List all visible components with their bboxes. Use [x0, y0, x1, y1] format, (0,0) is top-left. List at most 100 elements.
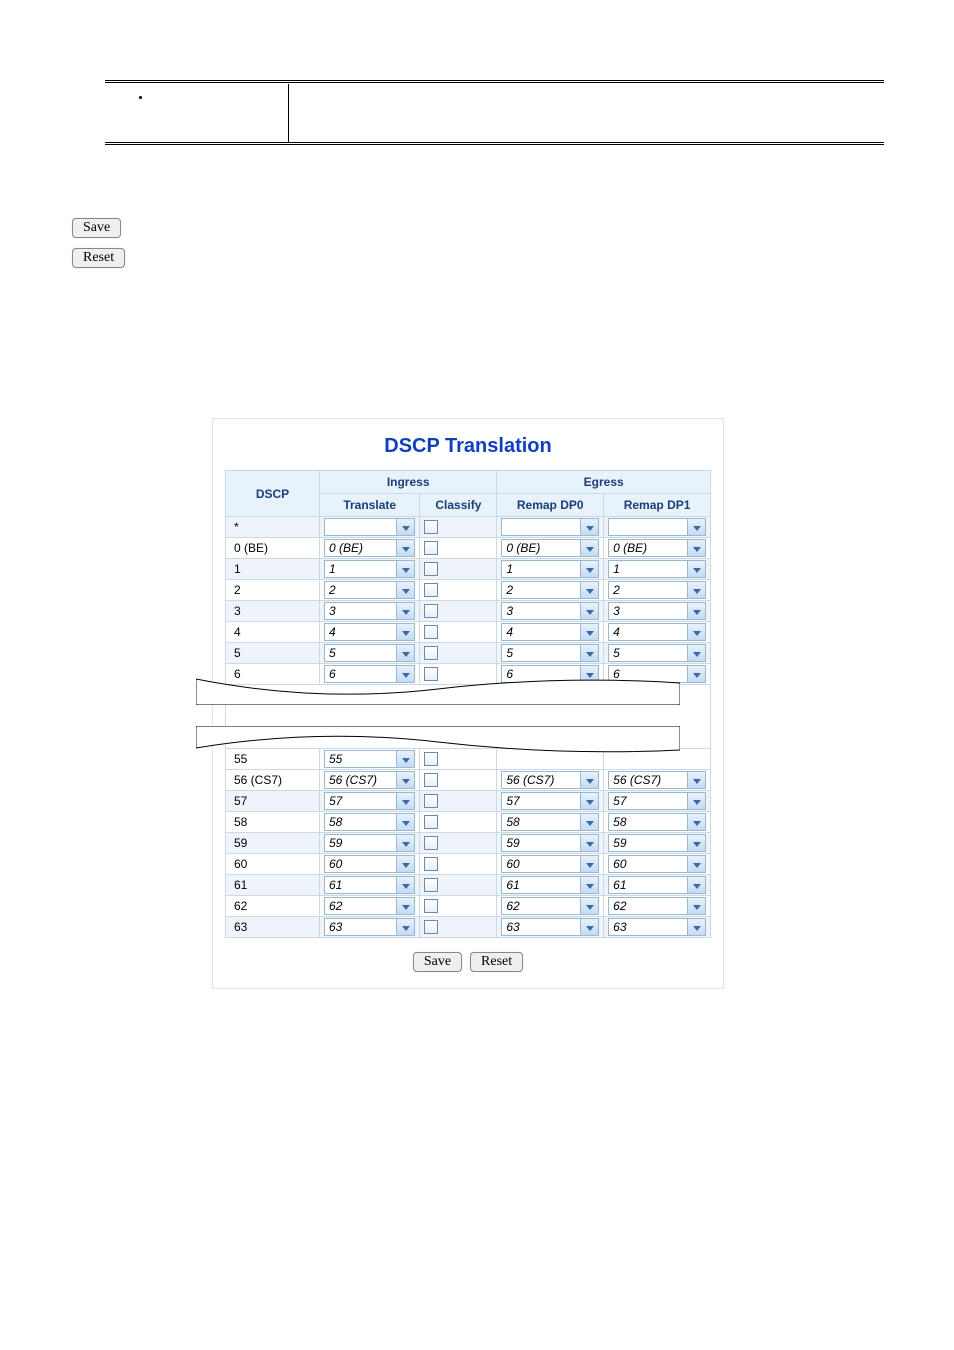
translate-select[interactable]: 5	[324, 644, 415, 662]
translate-select[interactable]: 4	[324, 623, 415, 641]
table-row: 61616161	[226, 875, 711, 896]
translate-select[interactable]: 59	[324, 834, 415, 852]
remap-dp1-select[interactable]: 4	[608, 623, 706, 641]
select-value: 61	[325, 877, 396, 893]
remap-dp0-select[interactable]: 5	[501, 644, 599, 662]
remap-dp1-select[interactable]: 5	[608, 644, 706, 662]
chevron-down-icon	[580, 877, 598, 893]
classify-checkbox[interactable]	[424, 520, 438, 534]
select-value: 60	[609, 856, 687, 872]
chevron-down-icon	[687, 645, 705, 661]
remap-dp1-select[interactable]: 2	[608, 581, 706, 599]
chevron-down-icon	[580, 540, 598, 556]
select-value: 1	[325, 561, 396, 577]
remap-dp0-select[interactable]: 63	[501, 918, 599, 936]
select-value: 1	[609, 561, 687, 577]
remap-dp1-select[interactable]: 58	[608, 813, 706, 831]
remap-dp1-select[interactable]: 59	[608, 834, 706, 852]
classify-checkbox[interactable]	[424, 541, 438, 555]
translate-select[interactable]: 58	[324, 813, 415, 831]
classify-checkbox[interactable]	[424, 899, 438, 913]
remap-dp0-select[interactable]: 57	[501, 792, 599, 810]
remap-dp0-select[interactable]: 56 (CS7)	[501, 771, 599, 789]
remap-dp0-select[interactable]: 2	[501, 581, 599, 599]
dscp-cell: 60	[226, 854, 320, 875]
classify-checkbox[interactable]	[424, 562, 438, 576]
chevron-down-icon	[687, 835, 705, 851]
chevron-down-icon	[580, 919, 598, 935]
remap-dp1-select[interactable]: 62	[608, 897, 706, 915]
classify-checkbox[interactable]	[424, 836, 438, 850]
translate-select[interactable]: 56 (CS7)	[324, 771, 415, 789]
reset-button[interactable]: Reset	[470, 952, 523, 972]
select-value: 58	[502, 814, 580, 830]
col-header-remap-dp0: Remap DP0	[497, 494, 604, 517]
remap-dp1-select[interactable]: 0 (BE)	[608, 539, 706, 557]
remap-dp0-select[interactable]: 58	[501, 813, 599, 831]
classify-checkbox[interactable]	[424, 583, 438, 597]
translate-select[interactable]: 3	[324, 602, 415, 620]
dscp-cell: 59	[226, 833, 320, 854]
chevron-down-icon	[580, 561, 598, 577]
chevron-down-icon	[687, 540, 705, 556]
select-value: 56 (CS7)	[609, 772, 687, 788]
translate-select[interactable]: 2	[324, 581, 415, 599]
translate-select[interactable]: 0 (BE)	[324, 539, 415, 557]
chevron-down-icon	[396, 772, 414, 788]
save-button-top[interactable]: Save	[72, 218, 121, 238]
table-row: 62626262	[226, 896, 711, 917]
save-button[interactable]: Save	[413, 952, 462, 972]
translate-select[interactable]: 61	[324, 876, 415, 894]
remap-dp1-select[interactable]	[608, 518, 706, 536]
chevron-down-icon	[396, 519, 414, 535]
translate-select[interactable]: 62	[324, 897, 415, 915]
remap-dp0-select[interactable]	[501, 518, 599, 536]
remap-dp1-select[interactable]: 57	[608, 792, 706, 810]
chevron-down-icon	[396, 856, 414, 872]
classify-checkbox[interactable]	[424, 625, 438, 639]
translate-select[interactable]: 1	[324, 560, 415, 578]
select-value: 2	[325, 582, 396, 598]
remap-dp1-select[interactable]: 61	[608, 876, 706, 894]
dscp-cell: 56 (CS7)	[226, 770, 320, 791]
remap-dp0-select[interactable]: 62	[501, 897, 599, 915]
chevron-down-icon	[396, 624, 414, 640]
col-header-egress: Egress	[497, 471, 711, 494]
remap-dp0-select[interactable]: 1	[501, 560, 599, 578]
remap-dp0-select[interactable]: 60	[501, 855, 599, 873]
remap-dp0-select[interactable]: 61	[501, 876, 599, 894]
classify-checkbox[interactable]	[424, 815, 438, 829]
remap-dp0-select[interactable]: 0 (BE)	[501, 539, 599, 557]
classify-checkbox[interactable]	[424, 794, 438, 808]
remap-dp1-select[interactable]: 63	[608, 918, 706, 936]
table-row: 1111	[226, 559, 711, 580]
classify-checkbox[interactable]	[424, 857, 438, 871]
classify-checkbox[interactable]	[424, 646, 438, 660]
select-value: 0 (BE)	[609, 540, 687, 556]
remap-dp0-select[interactable]: 3	[501, 602, 599, 620]
classify-checkbox[interactable]	[424, 878, 438, 892]
chevron-down-icon	[687, 877, 705, 893]
translate-select[interactable]	[324, 518, 415, 536]
select-value: 61	[502, 877, 580, 893]
remap-dp1-select[interactable]: 56 (CS7)	[608, 771, 706, 789]
remap-dp1-select[interactable]: 3	[608, 602, 706, 620]
table-row: 57575757	[226, 791, 711, 812]
classify-checkbox[interactable]	[424, 920, 438, 934]
remap-dp1-select[interactable]: 60	[608, 855, 706, 873]
table-row: 4444	[226, 622, 711, 643]
translate-select[interactable]: 63	[324, 918, 415, 936]
remap-dp1-select[interactable]: 1	[608, 560, 706, 578]
table-row: 56 (CS7)56 (CS7)56 (CS7)56 (CS7)	[226, 770, 711, 791]
select-value: 62	[502, 898, 580, 914]
remap-dp0-select[interactable]: 59	[501, 834, 599, 852]
remap-dp0-select[interactable]: 4	[501, 623, 599, 641]
translate-select[interactable]: 60	[324, 855, 415, 873]
classify-checkbox[interactable]	[424, 752, 438, 766]
select-value: 5	[502, 645, 580, 661]
classify-checkbox[interactable]	[424, 604, 438, 618]
translate-select[interactable]: 57	[324, 792, 415, 810]
classify-checkbox[interactable]	[424, 773, 438, 787]
reset-button-top[interactable]: Reset	[72, 248, 125, 268]
table-row: 60606060	[226, 854, 711, 875]
